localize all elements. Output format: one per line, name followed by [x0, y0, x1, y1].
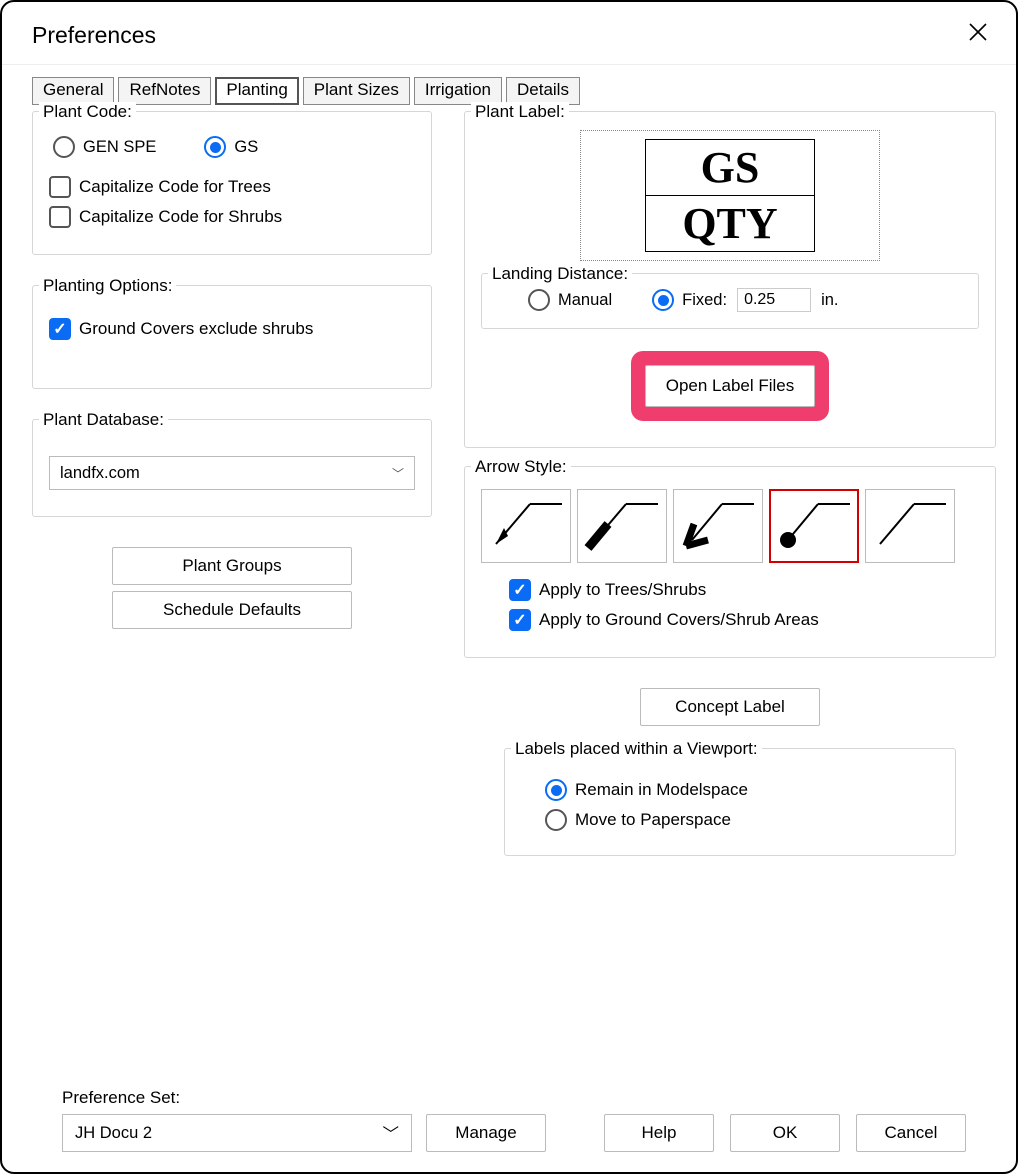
plant-db-title: Plant Database:	[39, 410, 168, 430]
viewport-group: Labels placed within a Viewport: Remain …	[504, 748, 956, 856]
check-label: Apply to Ground Covers/Shrub Areas	[539, 610, 819, 630]
planting-options-group: Planting Options: Ground Covers exclude …	[32, 285, 432, 389]
radio-label: Fixed:	[682, 291, 727, 310]
checkbox-icon	[49, 318, 71, 340]
radio-modelspace[interactable]: Remain in Modelspace	[545, 779, 939, 801]
right-column: Plant Label: GS QTY Landing Distance:	[464, 111, 996, 856]
radio-gen-spe[interactable]: GEN SPE	[53, 136, 156, 158]
close-icon[interactable]	[962, 18, 994, 52]
radio-icon	[528, 289, 550, 311]
check-apply-gc[interactable]: Apply to Ground Covers/Shrub Areas	[509, 609, 979, 631]
tab-plant-sizes[interactable]: Plant Sizes	[303, 77, 410, 105]
columns: Plant Code: GEN SPE GS Capitaliz	[32, 111, 996, 1078]
preferences-dialog: Preferences General RefNotes Planting Pl…	[0, 0, 1018, 1174]
plant-groups-button[interactable]: Plant Groups	[112, 547, 352, 585]
open-label-files-button[interactable]: Open Label Files	[645, 365, 816, 407]
label-row-qty: QTY	[646, 195, 814, 251]
footer: Preference Set: JH Docu 2 ﹀ Manage Help …	[32, 1078, 996, 1172]
tab-details[interactable]: Details	[506, 77, 580, 105]
radio-icon	[545, 779, 567, 801]
tab-general[interactable]: General	[32, 77, 114, 105]
checkbox-icon	[49, 206, 71, 228]
planting-options-title: Planting Options:	[39, 276, 176, 296]
plant-db-select[interactable]: landfx.com ﹀	[49, 456, 415, 490]
check-cap-trees[interactable]: Capitalize Code for Trees	[49, 176, 415, 198]
select-value: landfx.com	[60, 464, 140, 483]
checkbox-icon	[509, 609, 531, 631]
check-label: Capitalize Code for Trees	[79, 177, 271, 197]
radio-label: Manual	[558, 291, 612, 310]
ok-button[interactable]: OK	[730, 1114, 840, 1152]
radio-label: GEN SPE	[83, 138, 156, 157]
window-title: Preferences	[32, 22, 156, 49]
arrow-style-4[interactable]	[769, 489, 859, 563]
check-label: Capitalize Code for Shrubs	[79, 207, 282, 227]
radio-label: Remain in Modelspace	[575, 780, 748, 800]
plant-label-group: Plant Label: GS QTY Landing Distance:	[464, 111, 996, 448]
radio-label: Move to Paperspace	[575, 810, 731, 830]
label-row-gs: GS	[646, 140, 814, 195]
radio-icon	[652, 289, 674, 311]
plant-label-preview[interactable]: GS QTY	[580, 130, 880, 261]
viewport-title: Labels placed within a Viewport:	[511, 739, 762, 759]
plant-label-title: Plant Label:	[471, 102, 569, 122]
check-label: Ground Covers exclude shrubs	[79, 319, 313, 339]
titlebar: Preferences	[2, 2, 1016, 65]
tab-refnotes[interactable]: RefNotes	[118, 77, 211, 105]
select-value: JH Docu 2	[75, 1124, 152, 1143]
checkbox-icon	[49, 176, 71, 198]
arrow-style-3[interactable]	[673, 489, 763, 563]
arrow-style-group: Arrow Style:	[464, 466, 996, 658]
plant-database-group: Plant Database: landfx.com ﹀	[32, 419, 432, 517]
check-apply-trees[interactable]: Apply to Trees/Shrubs	[509, 579, 979, 601]
arrow-style-options	[481, 489, 979, 563]
arrow-style-5[interactable]	[865, 489, 955, 563]
radio-gs[interactable]: GS	[204, 136, 258, 158]
pref-set-label: Preference Set:	[62, 1088, 966, 1108]
tab-irrigation[interactable]: Irrigation	[414, 77, 502, 105]
check-label: Apply to Trees/Shrubs	[539, 580, 706, 600]
content-area: General RefNotes Planting Plant Sizes Ir…	[2, 65, 1016, 1172]
unit-label: in.	[821, 291, 838, 310]
chevron-down-icon: ﹀	[392, 465, 404, 482]
schedule-defaults-button[interactable]: Schedule Defaults	[112, 591, 352, 629]
tab-planting[interactable]: Planting	[215, 77, 298, 105]
fixed-value-input[interactable]: 0.25	[737, 288, 811, 312]
concept-label-button[interactable]: Concept Label	[640, 688, 820, 726]
checkbox-icon	[509, 579, 531, 601]
left-column: Plant Code: GEN SPE GS Capitaliz	[32, 111, 432, 635]
radio-label: GS	[234, 138, 258, 157]
manage-button[interactable]: Manage	[426, 1114, 546, 1152]
pref-set-select[interactable]: JH Docu 2 ﹀	[62, 1114, 412, 1152]
arrow-style-1[interactable]	[481, 489, 571, 563]
radio-icon	[545, 809, 567, 831]
landing-distance-group: Landing Distance: Manual Fixed:	[481, 273, 979, 329]
check-cap-shrubs[interactable]: Capitalize Code for Shrubs	[49, 206, 415, 228]
plant-code-title: Plant Code:	[39, 102, 136, 122]
cancel-button[interactable]: Cancel	[856, 1114, 966, 1152]
chevron-down-icon: ﹀	[383, 1121, 400, 1145]
tab-bar: General RefNotes Planting Plant Sizes Ir…	[32, 77, 996, 105]
radio-icon	[53, 136, 75, 158]
radio-paperspace[interactable]: Move to Paperspace	[545, 809, 939, 831]
help-button[interactable]: Help	[604, 1114, 714, 1152]
arrow-style-2[interactable]	[577, 489, 667, 563]
arrow-title: Arrow Style:	[471, 457, 571, 477]
radio-fixed[interactable]: Fixed:	[652, 289, 727, 311]
check-gc-exclude[interactable]: Ground Covers exclude shrubs	[49, 318, 415, 340]
highlight-open-label-files: Open Label Files	[631, 351, 830, 421]
radio-icon	[204, 136, 226, 158]
plant-code-group: Plant Code: GEN SPE GS Capitaliz	[32, 111, 432, 255]
radio-manual[interactable]: Manual	[528, 289, 612, 311]
landing-title: Landing Distance:	[488, 264, 632, 284]
